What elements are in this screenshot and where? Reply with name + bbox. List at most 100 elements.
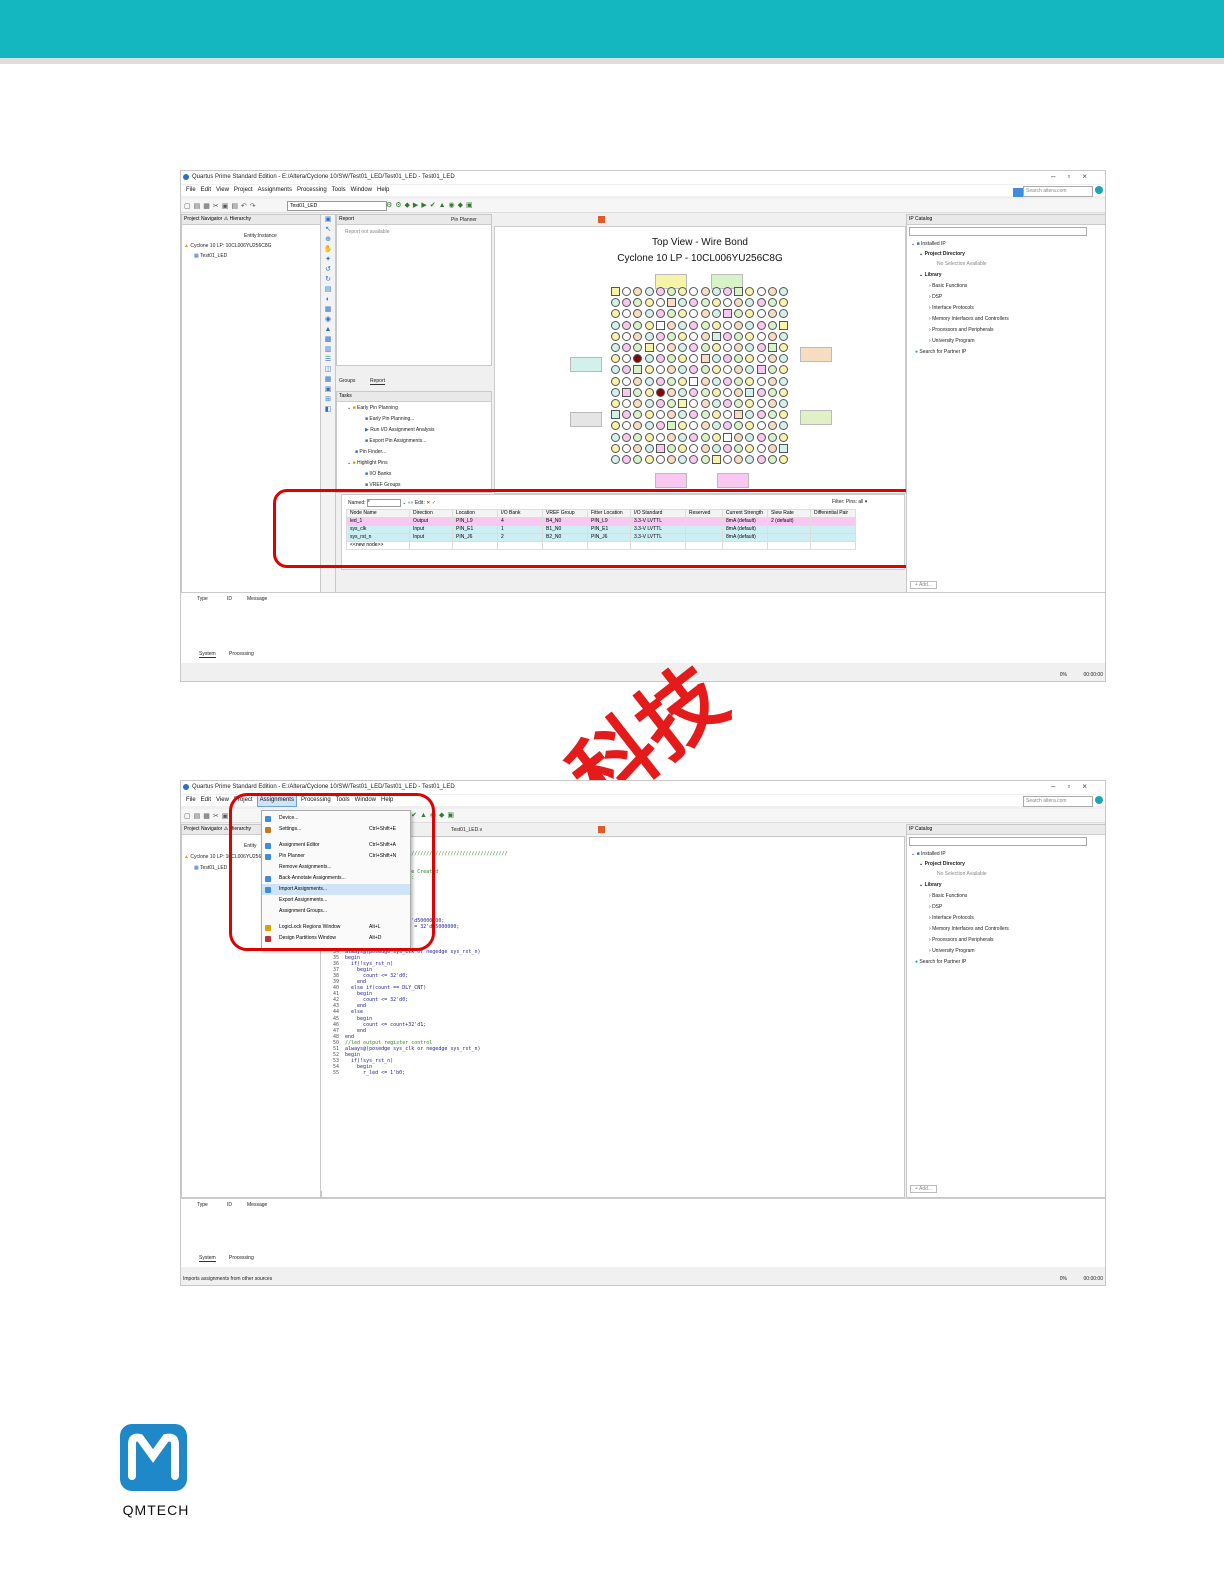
bga-pin[interactable]	[611, 354, 620, 364]
bga-pin[interactable]	[633, 410, 643, 420]
bga-pin[interactable]	[745, 354, 755, 364]
bga-pin[interactable]	[689, 421, 699, 431]
bga-pin[interactable]	[711, 443, 721, 453]
ip-tree-item[interactable]: › Interface Protocols	[929, 915, 974, 921]
bga-pin[interactable]	[633, 376, 643, 386]
bga-pin[interactable]	[779, 320, 788, 330]
bga-pin[interactable]	[745, 410, 755, 420]
bga-pin[interactable]	[644, 432, 654, 442]
bga-pin[interactable]	[756, 399, 766, 408]
bga-pin[interactable]	[700, 354, 710, 364]
bga-pin[interactable]	[700, 298, 710, 308]
bga-pin[interactable]	[622, 309, 632, 319]
bga-pin[interactable]	[667, 287, 676, 296]
bga-pin[interactable]	[734, 432, 744, 442]
bga-pin[interactable]	[734, 343, 744, 352]
bga-pin[interactable]	[611, 376, 620, 386]
bga-pin[interactable]	[767, 287, 777, 296]
toolbar-file-icons[interactable]: ▢▤▦✂▣	[184, 812, 231, 820]
task-item[interactable]: ■ VREF Groups	[365, 482, 401, 488]
bga-pin[interactable]	[678, 455, 688, 464]
bga-pin[interactable]	[734, 309, 744, 319]
bga-pin[interactable]	[700, 432, 710, 442]
bga-pin[interactable]	[633, 309, 643, 319]
menu-window[interactable]: Window	[351, 185, 372, 196]
bga-pin[interactable]	[767, 376, 777, 386]
bga-pin[interactable]	[767, 320, 777, 330]
bga-pin[interactable]	[644, 387, 654, 397]
bga-pin[interactable]	[711, 343, 721, 352]
ip-tree-item[interactable]: › Basic Functions	[929, 893, 967, 899]
bga-pin[interactable]	[711, 320, 721, 330]
bga-pin[interactable]	[678, 387, 688, 397]
bga-pin[interactable]	[767, 365, 777, 375]
top-entity-node[interactable]: ▦ Test01_LED	[194, 253, 227, 259]
bga-pin[interactable]	[655, 320, 665, 330]
bga-pin[interactable]	[779, 343, 788, 352]
bga-pin[interactable]	[711, 455, 721, 464]
bga-pin[interactable]	[678, 354, 688, 364]
bga-pin[interactable]	[756, 343, 766, 352]
bga-pin[interactable]	[667, 320, 676, 330]
bga-pin[interactable]	[611, 410, 620, 420]
task-item[interactable]: ■ Early Pin Planning...	[365, 416, 414, 422]
bga-pin[interactable]	[678, 443, 688, 453]
bga-pin[interactable]	[756, 331, 766, 341]
bga-pin[interactable]	[644, 410, 654, 420]
bga-pin[interactable]	[723, 421, 732, 431]
bga-pin[interactable]	[745, 298, 755, 308]
ip-search-input[interactable]	[909, 227, 1087, 236]
bga-pin[interactable]	[655, 443, 665, 453]
tab-system[interactable]: System	[199, 1255, 216, 1262]
bga-pin[interactable]	[633, 443, 643, 453]
bga-pin[interactable]	[745, 421, 755, 431]
bga-pin[interactable]	[756, 365, 766, 375]
bga-pin[interactable]	[667, 331, 676, 341]
bga-pin[interactable]	[723, 432, 732, 442]
toolbar-compile-icons[interactable]: ⚙⚙◆▶▶✔▲◉◆▣	[386, 201, 476, 209]
bga-pin[interactable]	[655, 376, 665, 386]
bga-pin[interactable]	[734, 421, 744, 431]
bga-pin[interactable]	[779, 309, 788, 319]
bga-pin[interactable]	[667, 455, 676, 464]
bga-pin[interactable]	[622, 443, 632, 453]
window-controls[interactable]: –▫×	[1051, 782, 1099, 791]
bga-pin[interactable]	[767, 432, 777, 442]
task-item[interactable]: ▶ Run I/O Assignment Analysis	[365, 427, 434, 433]
bga-pin[interactable]	[767, 309, 777, 319]
bga-pin[interactable]	[611, 343, 620, 352]
bga-pin[interactable]	[611, 399, 620, 408]
bga-pin[interactable]	[633, 432, 643, 442]
bga-pin[interactable]	[723, 387, 732, 397]
bga-pin[interactable]	[700, 421, 710, 431]
bga-pin[interactable]	[644, 309, 654, 319]
menu-edit[interactable]: Edit	[201, 185, 211, 196]
bga-pin[interactable]	[611, 387, 620, 397]
bga-pin[interactable]	[756, 354, 766, 364]
bga-pin[interactable]	[678, 309, 688, 319]
bga-pin[interactable]	[711, 365, 721, 375]
menu-help[interactable]: Help	[377, 185, 389, 196]
bga-pin[interactable]	[655, 432, 665, 442]
bga-pin[interactable]	[644, 287, 654, 296]
bga-pin[interactable]	[779, 331, 788, 341]
top-entity-node[interactable]: ▦ Test01_LED	[194, 865, 227, 871]
bga-pin[interactable]	[633, 343, 643, 352]
bga-pin[interactable]	[611, 298, 620, 308]
bga-pin[interactable]	[667, 354, 676, 364]
bga-pin[interactable]	[655, 287, 665, 296]
bga-pin[interactable]	[689, 455, 699, 464]
ip-tree-item[interactable]: ⌄ Project Directory	[919, 251, 965, 257]
bga-pin[interactable]	[779, 399, 788, 408]
ip-tree-item[interactable]: ⌄ Project Directory	[919, 861, 965, 867]
bga-pin[interactable]	[700, 309, 710, 319]
bga-pin[interactable]	[655, 399, 665, 408]
bga-pin[interactable]	[734, 287, 744, 296]
task-item[interactable]: ■ Pin Finder...	[355, 449, 386, 455]
bga-pin[interactable]	[711, 421, 721, 431]
task-item[interactable]: ⌄ ■ Early Pin Planning	[347, 405, 398, 411]
bga-pin[interactable]	[779, 365, 788, 375]
bga-pin[interactable]	[700, 343, 710, 352]
search-icon[interactable]	[1095, 796, 1103, 804]
bga-pin[interactable]	[756, 320, 766, 330]
